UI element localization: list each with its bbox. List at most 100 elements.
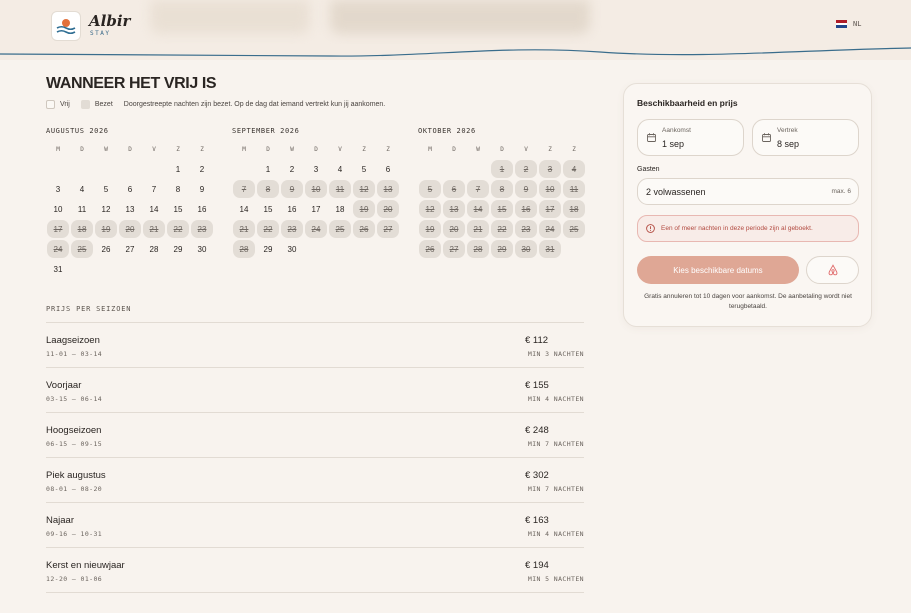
airbnb-button[interactable] <box>806 256 859 284</box>
calendar-day[interactable]: 2 <box>281 160 303 178</box>
calendar-day-booked: 8 <box>257 180 279 198</box>
guests-value: 2 volwassenen <box>646 187 706 197</box>
calendar-day-booked: 5 <box>419 180 441 198</box>
booking-panel: Beschikbaarheid en prijs Aankomst 1 sep … <box>623 83 872 327</box>
price-heading: PRIJS PER SEIZOEN <box>46 305 132 313</box>
calendar-day[interactable]: 27 <box>119 240 141 258</box>
empty-day-cell <box>418 159 442 179</box>
calendar-day-booked: 1 <box>491 160 513 178</box>
alert-icon <box>646 224 655 233</box>
calendar-day-booked: 22 <box>167 220 189 238</box>
calendar-day-booked: 23 <box>191 220 213 238</box>
calendar-day-booked: 6 <box>443 180 465 198</box>
calendar-day[interactable]: 6 <box>119 180 141 198</box>
calendar-day-booked: 20 <box>119 220 141 238</box>
legend-free: Vrij <box>60 101 70 108</box>
calendar-day-booked: 9 <box>515 180 537 198</box>
calendar-day-booked: 18 <box>71 220 93 238</box>
calendar-day-booked: 19 <box>419 220 441 238</box>
calendar-day-booked: 8 <box>491 180 513 198</box>
calendar-day[interactable]: 12 <box>95 200 117 218</box>
season-dates: 09-16 – 10-31 <box>46 530 103 538</box>
calendar-day[interactable]: 15 <box>167 200 189 218</box>
calendar-month: SEPTEMBER 2026 MDWDVZZ 1 2 3 4 5 6 7 8 9 10 11 12 13… <box>232 127 400 259</box>
guests-label: Gasten <box>637 166 660 173</box>
calendar-day[interactable]: 3 <box>305 160 327 178</box>
header-wave <box>0 44 911 57</box>
calendar-day-booked: 26 <box>353 220 375 238</box>
weekday-label: M <box>428 146 432 153</box>
guests-select[interactable]: 2 volwassenen max. 6 <box>637 178 859 205</box>
cancellation-note: Gratis annuleren tot 10 dagen voor aanko… <box>644 293 852 310</box>
brand-name[interactable]: Albir <box>89 12 130 30</box>
calendar-day[interactable]: 8 <box>167 180 189 198</box>
calendar-day-booked: 18 <box>563 200 585 218</box>
calendar-day[interactable]: 5 <box>95 180 117 198</box>
checkin-field[interactable]: Aankomst 1 sep <box>637 119 744 156</box>
calendar-day-booked: 28 <box>233 240 255 258</box>
calendar-day-booked: 13 <box>443 200 465 218</box>
calendar-day[interactable]: 9 <box>191 180 213 198</box>
calendar-month: AUGUSTUS 2026 MDWDVZZ 1 2 3 4 5 6 7 8 9 10 11 12 13 1… <box>46 127 214 279</box>
calendar-day-booked: 31 <box>539 240 561 258</box>
choose-dates-button[interactable]: Kies beschikbare datums <box>637 256 799 284</box>
calendar-day[interactable]: 6 <box>377 160 399 178</box>
calendar-day[interactable]: 13 <box>119 200 141 218</box>
logo-icon[interactable] <box>51 11 81 41</box>
calendar-day[interactable]: 16 <box>191 200 213 218</box>
calendar-day[interactable]: 16 <box>281 200 303 218</box>
calendar-day-booked: 28 <box>467 240 489 258</box>
calendar-day[interactable]: 3 <box>47 180 69 198</box>
weekday-header: MDWDVZZ <box>46 145 214 155</box>
guests-max: max. 6 <box>831 188 851 195</box>
calendar-day-booked: 15 <box>491 200 513 218</box>
brand-sub: STAY <box>90 30 111 37</box>
calendar-day[interactable]: 18 <box>329 200 351 218</box>
season-min-nights: MIN 7 NACHTEN <box>527 485 584 493</box>
weekday-label: M <box>242 146 246 153</box>
weekday-label: D <box>500 146 504 153</box>
calendar-day[interactable]: 10 <box>47 200 69 218</box>
calendar-day[interactable]: 31 <box>47 260 69 278</box>
calendar-day[interactable]: 29 <box>257 240 279 258</box>
calendar-day-booked: 21 <box>233 220 255 238</box>
calendar-day[interactable]: 30 <box>281 240 303 258</box>
price-row: Kerst en nieuwjaar 12-20 – 01-06 € 194 M… <box>46 548 584 593</box>
legend-busy: Bezet <box>94 101 113 108</box>
calendar-day-booked: 10 <box>305 180 327 198</box>
calendar-day[interactable]: 14 <box>143 200 165 218</box>
day-grid: 1 2 3 4 5 6 7 8 9 10 11 12 13 14 15 16 17 18 19 20 21 22 23 24 2… <box>418 159 586 259</box>
calendar-day[interactable]: 4 <box>71 180 93 198</box>
calendar-day-booked: 7 <box>467 180 489 198</box>
calendar-day[interactable]: 15 <box>257 200 279 218</box>
calendar-day[interactable]: 2 <box>191 160 213 178</box>
calendar-day[interactable]: 4 <box>329 160 351 178</box>
calendar-day[interactable]: 5 <box>353 160 375 178</box>
price-row: Najaar 09-16 – 10-31 € 163 MIN 4 NACHTEN <box>46 503 584 548</box>
calendar-day-booked: 30 <box>515 240 537 258</box>
season-name: Najaar <box>46 515 74 526</box>
calendar-day[interactable]: 1 <box>257 160 279 178</box>
calendar-day[interactable]: 14 <box>233 200 255 218</box>
empty-day-cell <box>232 159 256 179</box>
checkout-field[interactable]: Vertrek 8 sep <box>752 119 859 156</box>
empty-day-cell <box>442 159 466 179</box>
calendar-day[interactable]: 28 <box>143 240 165 258</box>
calendar-day-booked: 21 <box>467 220 489 238</box>
calendar-day-booked: 22 <box>257 220 279 238</box>
calendar-day[interactable]: 11 <box>71 200 93 218</box>
calendar-day[interactable]: 17 <box>305 200 327 218</box>
calendar-day-booked: 21 <box>143 220 165 238</box>
calendar-icon <box>762 133 771 142</box>
day-grid: 1 2 3 4 5 6 7 8 9 10 11 12 13 14 15 16 17 18 19 20 21 22 23 24 2… <box>46 159 214 279</box>
calendar-day[interactable]: 29 <box>167 240 189 258</box>
checkin-label: Aankomst <box>662 127 691 134</box>
calendar-day[interactable]: 1 <box>167 160 189 178</box>
weekday-label: Z <box>200 146 204 153</box>
alert-text: Een of meer nachten in deze periode zijn… <box>661 225 813 232</box>
calendar-day[interactable]: 26 <box>95 240 117 258</box>
season-min-nights: MIN 5 NACHTEN <box>527 575 584 583</box>
calendar-day[interactable]: 30 <box>191 240 213 258</box>
calendar-day[interactable]: 7 <box>143 180 165 198</box>
language-switcher[interactable]: NL <box>836 20 861 29</box>
